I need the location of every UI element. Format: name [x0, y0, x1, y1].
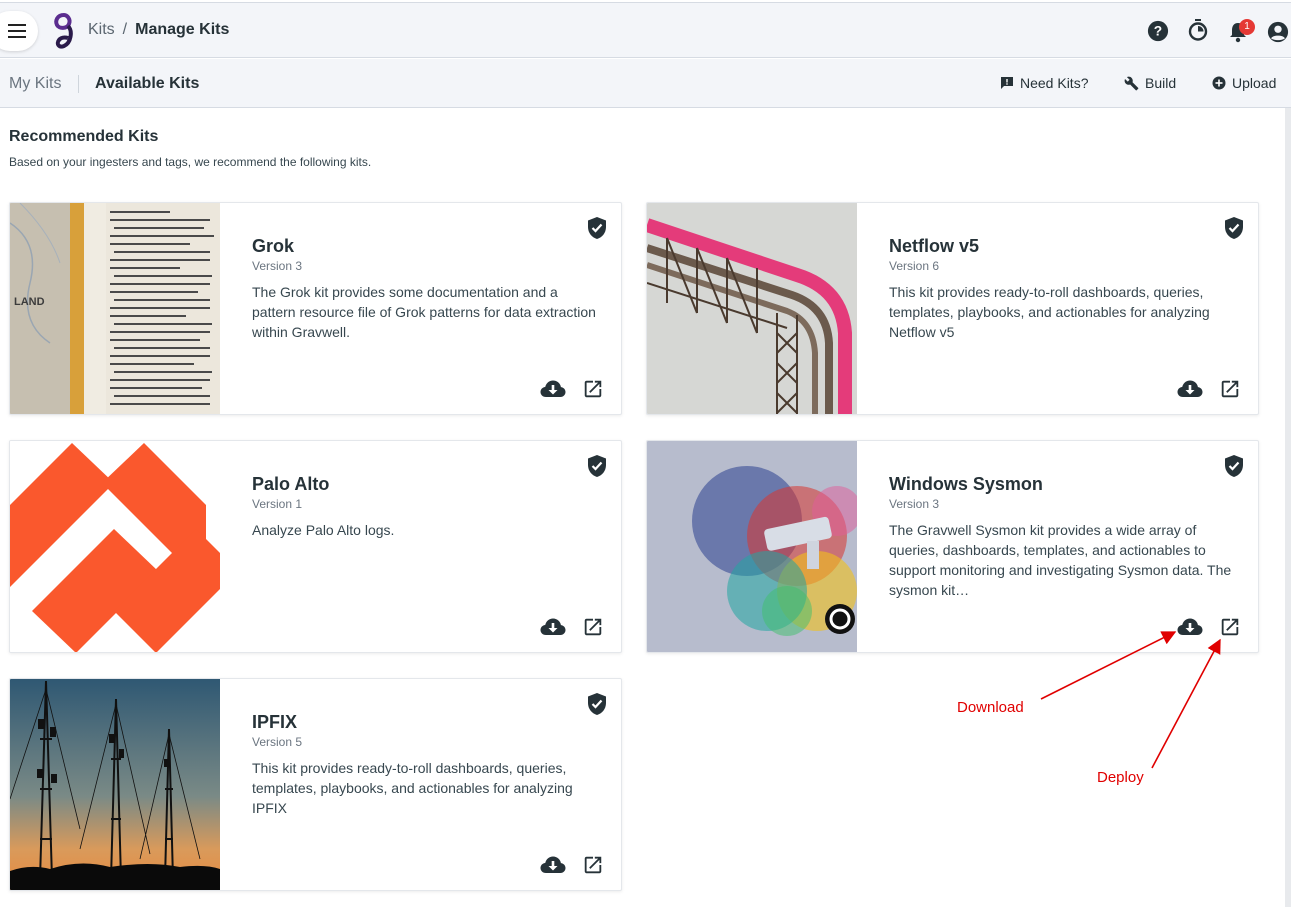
svg-text:?: ?	[1154, 24, 1162, 39]
open-in-new-icon[interactable]	[1219, 378, 1241, 400]
kits-toolbar: My Kits Available Kits Need Kits? Build …	[0, 59, 1291, 108]
kit-card-ipfix[interactable]: IPFIX Version 5 This kit provides ready-…	[9, 678, 622, 891]
kit-version: Version 3	[252, 259, 303, 273]
menu-button[interactable]	[0, 11, 38, 51]
build-label: Build	[1145, 75, 1177, 91]
kit-title: Palo Alto	[252, 474, 330, 494]
notification-badge: 1	[1239, 19, 1255, 35]
kit-card-netflow-v5[interactable]: Netflow v5 Version 6 This kit provides r…	[646, 202, 1259, 415]
menu-icon-line	[8, 24, 26, 26]
kit-title: Windows Sysmon	[889, 474, 1043, 494]
section-subtitle: Based on your ingesters and tags, we rec…	[9, 155, 372, 169]
kit-description: The Grok kit provides some documentation…	[252, 284, 596, 340]
open-in-new-icon[interactable]	[1219, 616, 1241, 638]
verified-shield-icon	[588, 217, 606, 239]
section-title: Recommended Kits	[9, 128, 159, 145]
scrollbar[interactable]	[1285, 108, 1291, 907]
kit-image-grok: LAND	[10, 203, 220, 414]
kit-version: Version 6	[889, 259, 940, 273]
top-bar: Kits / Manage Kits ? 1	[0, 2, 1291, 58]
kit-description: The Gravwell Sysmon kit provides a wide …	[889, 522, 1232, 598]
kit-title: Grok	[252, 236, 295, 256]
kit-card-palo-alto[interactable]: Palo Alto Version 1 Analyze Palo Alto lo…	[9, 440, 622, 653]
build-button[interactable]: Build	[1124, 75, 1176, 91]
verified-shield-icon	[588, 693, 606, 715]
need-kits-label: Need Kits?	[1020, 75, 1089, 91]
open-in-new-icon[interactable]	[582, 378, 604, 400]
kit-version: Version 5	[252, 735, 303, 749]
upload-button[interactable]: Upload	[1212, 75, 1276, 91]
verified-shield-icon	[1225, 217, 1243, 239]
timer-icon[interactable]	[1188, 19, 1208, 41]
tab-my-kits[interactable]: My Kits	[9, 75, 61, 93]
verified-shield-icon	[1225, 455, 1243, 477]
tab-divider	[78, 75, 79, 93]
need-kits-button[interactable]: Need Kits?	[1000, 75, 1088, 91]
gravwell-logo[interactable]	[53, 13, 75, 49]
svg-text:LAND: LAND	[14, 296, 45, 308]
kit-description: This kit provides ready-to-roll dashboar…	[889, 284, 1210, 340]
kit-card-windows-sysmon[interactable]: Windows Sysmon Version 3 The Gravwell Sy…	[646, 440, 1259, 653]
download-icon[interactable]	[540, 855, 566, 875]
kit-version: Version 3	[889, 497, 940, 511]
deploy-annotation-arrow	[1151, 638, 1221, 769]
download-annotation: Download	[957, 699, 1024, 716]
menu-icon-line	[8, 36, 26, 38]
upload-label: Upload	[1232, 75, 1277, 91]
kit-version: Version 1	[252, 497, 303, 511]
deploy-annotation: Deploy	[1097, 769, 1144, 786]
kit-image-ipfix	[10, 679, 220, 890]
download-icon[interactable]	[1177, 617, 1203, 637]
download-icon[interactable]	[540, 379, 566, 399]
breadcrumb-separator: /	[122, 21, 128, 38]
wrench-icon	[1124, 76, 1139, 90]
kit-card-grok[interactable]: LAND Grok Version 3 The Grok kit provide…	[9, 202, 622, 415]
add-circle-icon	[1212, 76, 1226, 90]
kit-description: This kit provides ready-to-roll dashboar…	[252, 760, 573, 816]
kit-description: Analyze Palo Alto logs.	[252, 522, 395, 538]
download-icon[interactable]	[540, 617, 566, 637]
account-icon[interactable]	[1267, 21, 1289, 43]
verified-shield-icon	[588, 455, 606, 477]
kit-image-netflow	[647, 203, 857, 414]
page-title: Manage Kits	[135, 21, 230, 38]
kit-title: Netflow v5	[889, 236, 980, 256]
kit-title: IPFIX	[252, 712, 298, 732]
tab-available-kits[interactable]: Available Kits	[95, 75, 199, 93]
feedback-icon	[1001, 77, 1013, 89]
breadcrumb-kits-link[interactable]: Kits	[88, 21, 115, 38]
open-in-new-icon[interactable]	[582, 854, 604, 876]
download-icon[interactable]	[1177, 379, 1203, 399]
kit-image-palo-alto	[10, 441, 220, 652]
help-icon[interactable]: ?	[1147, 20, 1169, 42]
kit-image-sysmon	[647, 441, 857, 652]
menu-icon-line	[8, 30, 26, 32]
open-in-new-icon[interactable]	[582, 616, 604, 638]
breadcrumb: Kits / Manage Kits	[88, 21, 229, 39]
